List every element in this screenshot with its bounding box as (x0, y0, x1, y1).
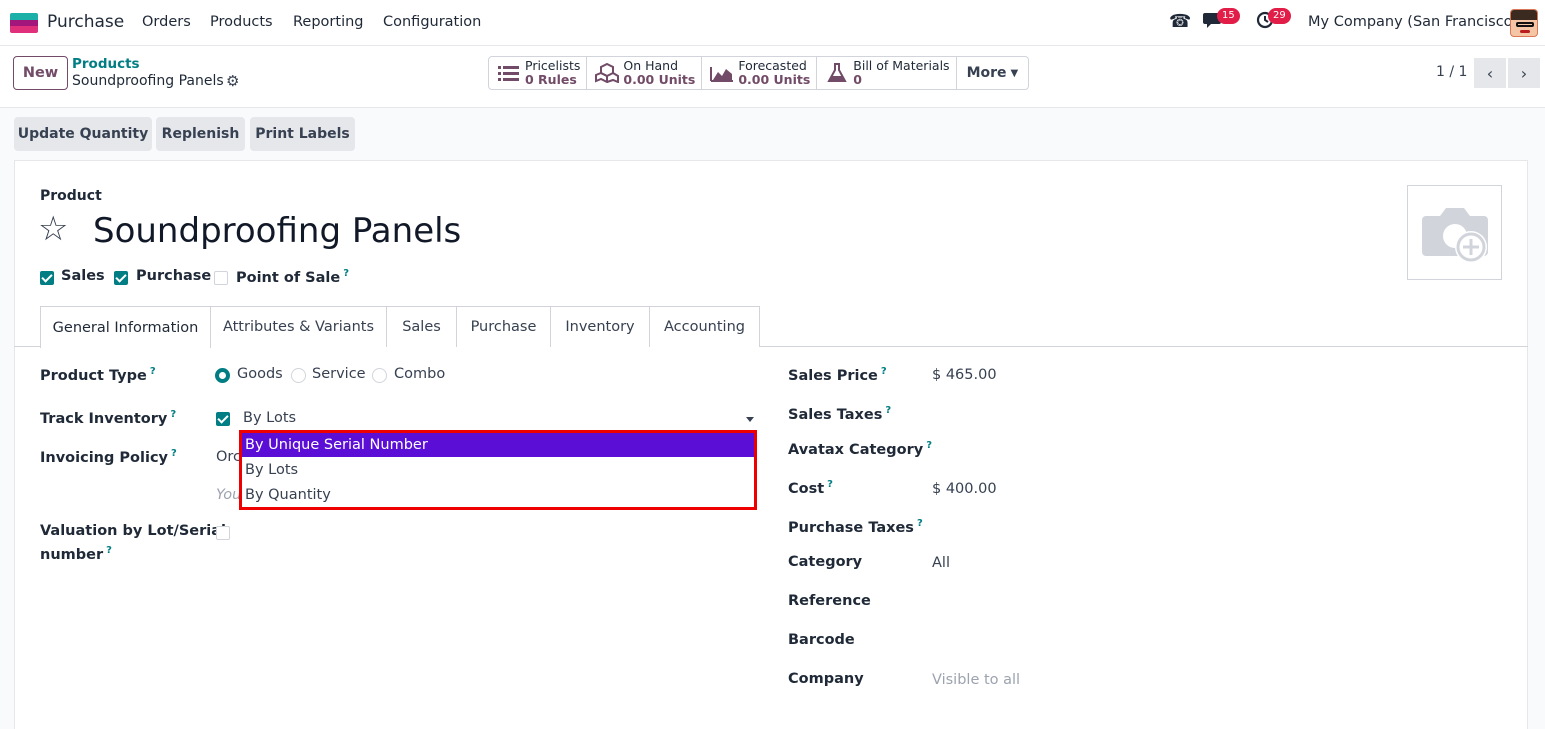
replenish-button[interactable]: Replenish (156, 117, 245, 151)
valuation-checkbox[interactable] (216, 526, 230, 540)
purchase-checkbox[interactable] (114, 271, 128, 285)
menu-orders[interactable]: Orders (142, 14, 191, 30)
reference-label: Reference (788, 593, 871, 609)
messages-badge: 15 (1217, 8, 1240, 24)
camera-add-icon (1422, 208, 1488, 263)
cost-field[interactable]: $ 400.00 (932, 481, 997, 497)
help-icon[interactable]: ? (827, 479, 833, 490)
purchase-taxes-label: Purchase Taxes? (788, 518, 923, 536)
breadcrumb-parent[interactable]: Products (72, 56, 140, 72)
pager-previous-button[interactable]: ‹ (1474, 58, 1506, 88)
tab-accounting[interactable]: Accounting (649, 306, 760, 347)
tab-attributes-variants[interactable]: Attributes & Variants (210, 306, 387, 347)
radio-combo[interactable] (372, 368, 387, 383)
activities-badge: 29 (1268, 8, 1291, 24)
invoicing-hint: You (216, 487, 242, 503)
more-button[interactable]: More ▼ (957, 57, 1029, 89)
product-type-label: Product Type? (40, 366, 156, 384)
radio-goods[interactable] (215, 368, 230, 383)
valuation-label-line2: number? (40, 545, 112, 563)
help-icon[interactable]: ? (343, 268, 349, 279)
smart-button-pricelists[interactable]: Pricelists 0 Rules (489, 57, 588, 89)
app-logo-icon[interactable] (10, 13, 38, 33)
help-icon[interactable]: ? (150, 366, 156, 377)
tracking-dropdown: By Unique Serial Number By Lots By Quant… (239, 430, 757, 510)
category-label: Category (788, 554, 863, 570)
pager-value[interactable]: 1 / 1 (1436, 64, 1467, 80)
avatax-category-label: Avatax Category? (788, 440, 933, 458)
new-button[interactable]: New (13, 56, 68, 90)
smart-button-forecasted[interactable]: Forecasted 0.00 Units (702, 57, 818, 89)
product-name-field[interactable]: Soundproofing Panels (93, 210, 461, 252)
help-icon[interactable]: ? (926, 440, 932, 451)
flask-icon (825, 63, 849, 83)
smart-button-on-hand[interactable]: On Hand 0.00 Units (587, 57, 703, 89)
menu-configuration[interactable]: Configuration (383, 14, 481, 30)
cubes-icon (595, 62, 620, 84)
company-label: Company (788, 671, 864, 687)
list-icon (497, 63, 521, 83)
phone-icon[interactable]: ☎ (1169, 11, 1191, 32)
user-avatar[interactable] (1510, 9, 1538, 37)
menu-reporting[interactable]: Reporting (293, 14, 364, 30)
radio-goods-label: Goods (237, 366, 283, 382)
sales-price-label: Sales Price? (788, 366, 887, 384)
sales-taxes-label: Sales Taxes? (788, 405, 892, 423)
point-of-sale-checkbox-label: Point of Sale? (236, 268, 350, 286)
company-field[interactable]: Visible to all (932, 672, 1020, 688)
menu-products[interactable]: Products (210, 14, 273, 30)
caret-down-icon: ▼ (1010, 67, 1019, 79)
caret-down-icon[interactable] (746, 417, 754, 422)
point-of-sale-checkbox[interactable] (214, 271, 228, 285)
product-image-upload[interactable] (1407, 185, 1502, 280)
radio-service[interactable] (291, 368, 306, 383)
option-by-quantity[interactable]: By Quantity (242, 483, 754, 507)
gear-icon[interactable]: ⚙ (226, 72, 239, 90)
smart-buttons: Pricelists 0 Rules On Hand 0.00 Units Fore… (488, 56, 1030, 90)
purchase-checkbox-label: Purchase (136, 268, 212, 284)
help-icon[interactable]: ? (881, 366, 887, 377)
tab-purchase[interactable]: Purchase (456, 306, 551, 347)
valuation-label: Valuation by Lot/Serial (40, 523, 226, 539)
track-inventory-label: Track Inventory? (40, 409, 177, 427)
star-icon[interactable]: ☆ (38, 210, 68, 248)
sales-checkbox[interactable] (40, 271, 54, 285)
print-labels-button[interactable]: Print Labels (250, 117, 355, 151)
pager-next-button[interactable]: › (1508, 58, 1540, 88)
area-chart-icon (710, 63, 734, 83)
option-unique-serial[interactable]: By Unique Serial Number (242, 433, 754, 457)
help-icon[interactable]: ? (171, 448, 177, 459)
invoicing-policy-label: Invoicing Policy? (40, 448, 177, 466)
invoicing-policy-select[interactable]: Orc (216, 449, 241, 465)
option-by-lots[interactable]: By Lots (242, 458, 754, 482)
top-navbar: Purchase Orders Products Reporting Confi… (0, 0, 1545, 46)
tab-inventory[interactable]: Inventory (550, 306, 650, 347)
tab-general-information[interactable]: General Information (40, 306, 211, 348)
cost-label: Cost? (788, 479, 833, 497)
help-icon[interactable]: ? (885, 405, 891, 416)
company-switcher[interactable]: My Company (San Francisco) (1308, 14, 1518, 30)
track-inventory-checkbox[interactable] (216, 412, 230, 426)
control-panel: New Products Soundproofing Panels ⚙ Pric… (0, 46, 1545, 108)
tab-sales[interactable]: Sales (386, 306, 457, 347)
product-label: Product (40, 188, 102, 204)
help-icon[interactable]: ? (106, 545, 112, 556)
barcode-label: Barcode (788, 632, 855, 648)
chevron-left-icon: ‹ (1486, 63, 1494, 83)
help-icon[interactable]: ? (170, 409, 176, 420)
help-icon[interactable]: ? (917, 518, 923, 529)
category-field[interactable]: All (932, 555, 950, 571)
update-quantity-button[interactable]: Update Quantity (14, 117, 152, 151)
app-name[interactable]: Purchase (47, 12, 124, 32)
chevron-right-icon: › (1520, 63, 1528, 83)
breadcrumb-current: Soundproofing Panels (72, 73, 224, 89)
sales-checkbox-label: Sales (61, 268, 105, 284)
sales-price-field[interactable]: $ 465.00 (932, 367, 997, 383)
smart-button-bom[interactable]: Bill of Materials 0 (817, 57, 957, 89)
radio-combo-label: Combo (394, 366, 446, 382)
radio-service-label: Service (312, 366, 366, 382)
tracking-select[interactable]: By Lots (243, 410, 296, 426)
